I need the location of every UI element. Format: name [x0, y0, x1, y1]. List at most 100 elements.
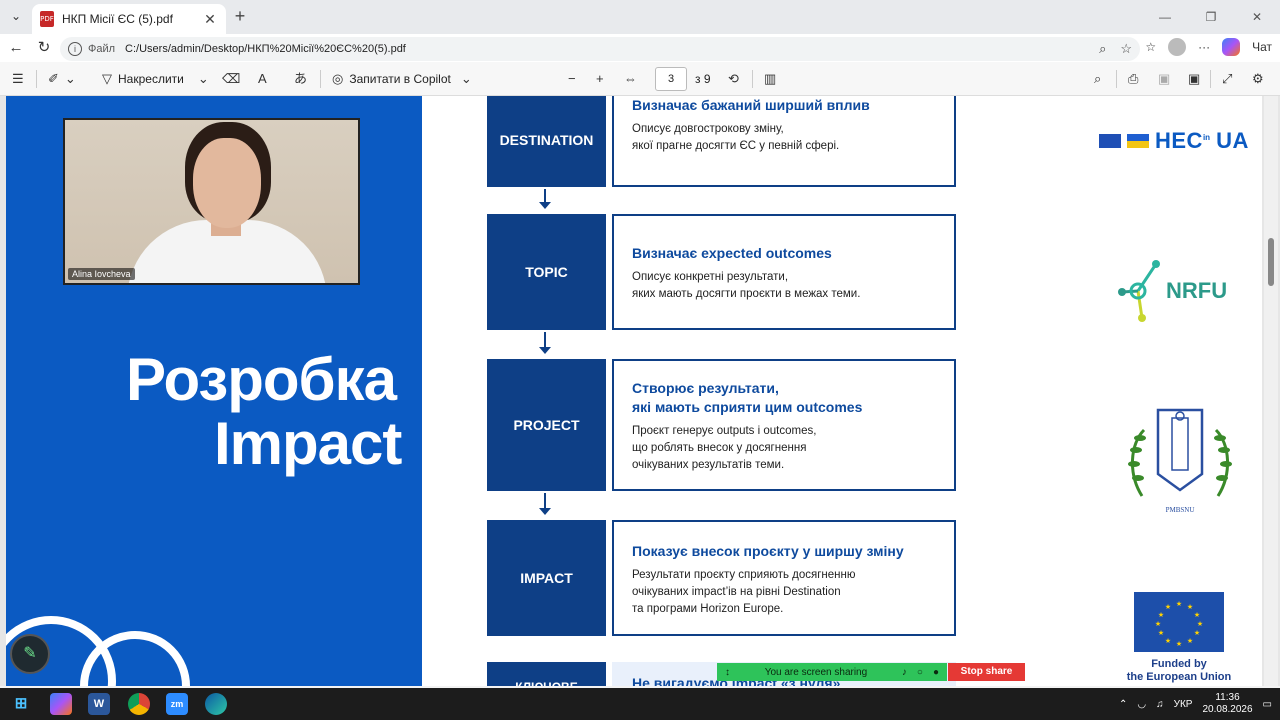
step-heading: Визначає expected outcomes: [632, 245, 832, 261]
copilot-icon[interactable]: [1222, 38, 1241, 56]
flow-arrow-icon: [539, 332, 551, 356]
read-aloud-icon[interactable]: A: [258, 70, 267, 88]
clock-time: 11:36: [1215, 692, 1240, 703]
draw-tool[interactable]: ▽ Накреслити ⌄: [102, 70, 209, 88]
minimize-button[interactable]: —: [1142, 0, 1188, 34]
favorites-icon[interactable]: ☆: [1145, 40, 1156, 54]
nrfu-molecule-icon: [1118, 260, 1160, 322]
maximize-button[interactable]: ❐: [1188, 0, 1234, 34]
refresh-icon[interactable]: ↻: [34, 38, 54, 58]
svg-text:★: ★: [1194, 629, 1200, 637]
nrfu-logo: NRFU: [1116, 258, 1227, 324]
svg-text:★: ★: [1176, 640, 1182, 648]
windows-start-icon[interactable]: ⊞: [10, 693, 32, 715]
mic-icon[interactable]: ♪: [902, 667, 907, 678]
step-heading: Визначає бажаний ширший вплив: [632, 97, 870, 113]
language-indicator[interactable]: УКР: [1174, 699, 1193, 710]
zoom-out-icon[interactable]: −: [568, 70, 576, 88]
zoom-icon[interactable]: ⌕: [1099, 41, 1106, 57]
stop-share-button[interactable]: Stop share: [948, 663, 1025, 681]
video-person-face: [193, 138, 261, 228]
participant-video[interactable]: Alina Iovcheva: [63, 118, 360, 285]
favorite-star-icon[interactable]: ☆: [1120, 41, 1132, 57]
window-controls: — ❐ ✕: [1142, 0, 1280, 34]
svg-text:★: ★: [1158, 611, 1164, 619]
shield-icon[interactable]: ●: [933, 667, 939, 678]
new-tab-button[interactable]: +: [230, 6, 250, 26]
settings-gear-icon[interactable]: ⚙: [1252, 70, 1264, 88]
fullscreen-icon[interactable]: ⤢: [1222, 70, 1232, 88]
hec-ua-logo: HEC in UA: [1099, 128, 1249, 154]
record-icon[interactable]: ○: [917, 667, 923, 678]
screen-share-bar: ↕ You are screen sharing ♪ ○ ●: [717, 663, 947, 681]
clock[interactable]: 11:36 20.08.2026: [1202, 692, 1252, 716]
chat-label[interactable]: Чат: [1252, 40, 1272, 54]
edge-app-icon[interactable]: [205, 693, 227, 715]
scrollbar-thumb[interactable]: [1268, 238, 1274, 286]
close-window-button[interactable]: ✕: [1234, 0, 1280, 34]
page-number-input[interactable]: 3: [655, 67, 687, 91]
eu-funding-caption: Funded by the European Union: [1126, 658, 1232, 683]
svg-text:★: ★: [1158, 629, 1164, 637]
fit-page-icon[interactable]: ⇔: [624, 70, 637, 88]
step-card-destination: Визначає бажаний ширший вплив Описує дов…: [612, 96, 956, 187]
volume-icon[interactable]: ♫: [1156, 699, 1164, 710]
step-text: Описує довгострокову зміну, якої прагне …: [632, 123, 840, 152]
university-crest-caption: PMBSNU: [1165, 506, 1195, 514]
notifications-icon[interactable]: ▭: [1263, 699, 1272, 710]
tab-title: НКП Місії ЄС (5).pdf: [62, 12, 173, 26]
url-field[interactable]: i Файл C:/Users/admin/Desktop/НКП%20Місі…: [60, 37, 1140, 61]
tray-overflow-icon[interactable]: ⌃: [1119, 699, 1127, 710]
ask-copilot-button[interactable]: ◎ Запитати в Copilot ⌄: [332, 70, 472, 88]
copilot-app-icon[interactable]: [50, 693, 72, 715]
chevron-down-icon: ⌄: [64, 71, 76, 86]
print-icon[interactable]: ⎙: [1128, 70, 1138, 88]
search-icon[interactable]: ⌕: [1094, 70, 1101, 88]
step-label-key: КЛЮЧОВЕ: [487, 662, 606, 686]
svg-text:★: ★: [1187, 637, 1193, 645]
highlight-tool[interactable]: ✐ ⌄: [48, 70, 76, 88]
step-text: Результати проєкту сприяють досягненню о…: [632, 569, 856, 615]
university-crest-icon: [1128, 408, 1232, 497]
eraser-icon[interactable]: ⌫: [222, 70, 240, 88]
contents-icon[interactable]: ☰: [12, 70, 24, 88]
flow-arrow-icon: [539, 189, 551, 211]
ask-copilot-label: Запитати в Copilot: [349, 72, 451, 86]
chevron-down-icon: ⌄: [460, 71, 472, 86]
step-label-project: PROJECT: [487, 359, 606, 491]
pdf-file-icon: PDF: [40, 11, 54, 27]
url-text[interactable]: C:/Users/admin/Desktop/НКП%20Місії%20ЄС%…: [125, 43, 1099, 55]
annotate-pen-button[interactable]: ✎: [10, 634, 50, 674]
chrome-app-icon[interactable]: [128, 693, 150, 715]
svg-text:★: ★: [1155, 620, 1161, 628]
profile-avatar[interactable]: [1168, 38, 1187, 56]
page-view-icon[interactable]: ▥: [764, 70, 776, 88]
info-icon[interactable]: i: [68, 42, 82, 56]
separator: [1210, 70, 1211, 88]
hec-logo-suffix: UA: [1216, 128, 1249, 153]
tab-actions-menu-icon[interactable]: ⌄: [6, 6, 26, 26]
browser-actions: ☆ ··· Чат: [1145, 38, 1272, 56]
step-label-topic: TOPIC: [487, 214, 606, 330]
network-icon[interactable]: ◡: [1137, 699, 1146, 710]
tab-pdf[interactable]: PDF НКП Місії ЄС (5).pdf ✕: [32, 4, 226, 34]
zoom-app-icon[interactable]: zm: [166, 693, 188, 715]
university-crest-logo: PMBSNU: [1124, 404, 1236, 514]
svg-text:★: ★: [1165, 637, 1171, 645]
word-app-icon[interactable]: W: [88, 693, 110, 715]
svg-text:★: ★: [1187, 603, 1193, 611]
zoom-in-icon[interactable]: +: [596, 70, 604, 88]
separator: [752, 70, 753, 88]
rotate-icon[interactable]: ⟲: [728, 70, 739, 88]
step-heading: Показує внесок проєкту у ширшу зміну: [632, 543, 904, 559]
save-icon[interactable]: ▣: [1158, 70, 1170, 88]
close-tab-icon[interactable]: ✕: [202, 11, 218, 28]
save-as-icon[interactable]: ▣: [1188, 70, 1200, 88]
pdf-toolbar: ☰ ✐ ⌄ ▽ Накреслити ⌄ ⌫ A あ ◎ Запитати в Copi…: [0, 62, 1280, 96]
participant-name-tag: Alina Iovcheva: [68, 268, 135, 280]
vertical-scrollbar[interactable]: [1264, 96, 1278, 686]
more-menu-icon[interactable]: ···: [1198, 40, 1210, 54]
back-icon[interactable]: ←: [6, 38, 26, 58]
highlighter-icon: ✐: [48, 71, 59, 86]
translate-icon[interactable]: あ: [294, 70, 307, 88]
